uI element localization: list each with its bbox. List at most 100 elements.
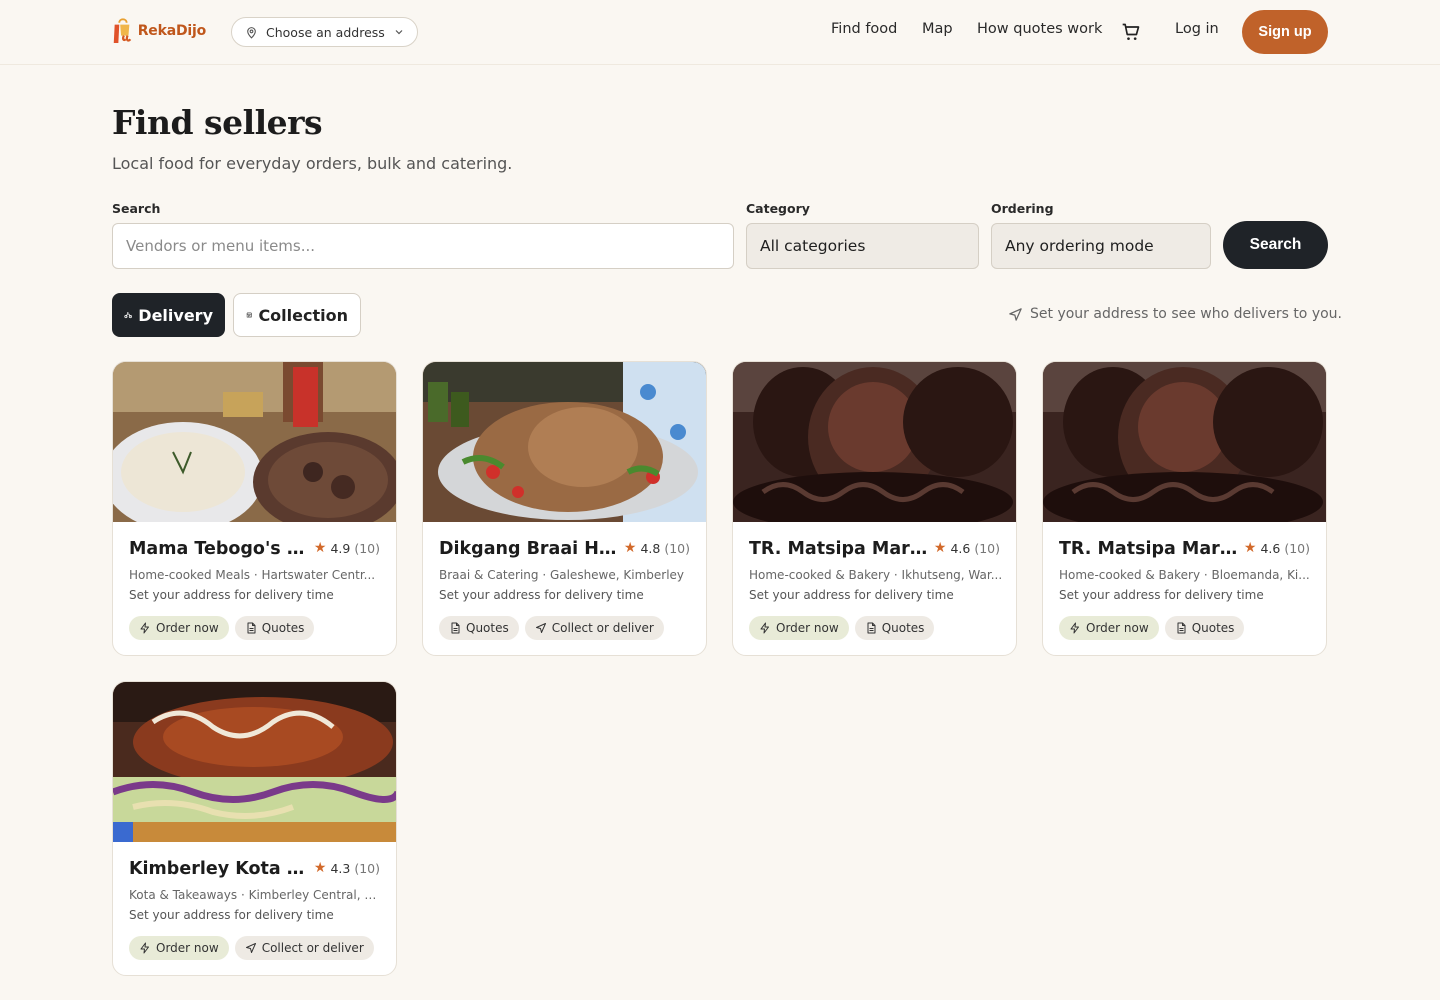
quotes-chip[interactable]: Quotes xyxy=(234,616,315,640)
rating-count: (10) xyxy=(664,540,690,556)
category-label: Category xyxy=(746,201,810,216)
page-subtitle: Local food for everyday orders, bulk and… xyxy=(112,154,513,173)
map-pin-icon xyxy=(247,26,256,39)
rating-count: (10) xyxy=(354,540,380,556)
collection-label: Collection xyxy=(258,305,348,325)
vendor-name: Mama Tebogo's K... xyxy=(129,539,311,559)
navigation-icon xyxy=(245,943,256,953)
lightning-icon xyxy=(140,942,149,954)
order-now-chip[interactable]: Order now xyxy=(129,936,229,960)
search-input[interactable] xyxy=(112,223,734,269)
chip-label: Quotes xyxy=(881,621,925,635)
quotes-chip[interactable]: Quotes xyxy=(439,616,519,640)
vendor-card[interactable]: TR. Matsipa Market ★ 4.6 (10) Home-cooke… xyxy=(732,361,1017,656)
chip-label: Quotes xyxy=(261,621,305,635)
document-icon xyxy=(247,622,256,634)
ordering-select[interactable]: Any ordering mode xyxy=(991,223,1211,269)
chip-label: Order now xyxy=(1086,621,1149,635)
rating-value: 4.9 xyxy=(330,540,351,556)
delivery-time-note: Set your address for delivery time xyxy=(129,588,334,602)
vendor-card[interactable]: TR. Matsipa Market ★ 4.6 (10) Home-cooke… xyxy=(1042,361,1327,656)
chip-label: Order now xyxy=(776,621,839,635)
collect-or-deliver-chip[interactable]: Collect or deliver xyxy=(234,936,374,960)
vendor-card[interactable]: Dikgang Braai Ho... ★ 4.8 (10) Braai & C… xyxy=(422,361,707,656)
order-now-chip[interactable]: Order now xyxy=(749,616,849,640)
chip-label: Quotes xyxy=(1191,621,1235,635)
login-link[interactable]: Log in xyxy=(1175,21,1219,37)
vendor-photo xyxy=(113,682,396,842)
delivery-time-note: Set your address for delivery time xyxy=(439,588,644,602)
document-icon xyxy=(1177,622,1186,634)
nav-find-food[interactable]: Find food xyxy=(831,21,897,37)
vendor-rating: ★ 4.9 (10) xyxy=(314,540,380,556)
ordering-label: Ordering xyxy=(991,201,1054,216)
collection-toggle[interactable]: Collection xyxy=(233,293,361,337)
vendor-name: TR. Matsipa Market xyxy=(1059,539,1241,559)
chip-label: Collect or deliver xyxy=(261,941,364,955)
vendor-photo xyxy=(423,362,706,522)
star-icon: ★ xyxy=(313,860,327,876)
bike-icon xyxy=(124,312,132,319)
navigation-icon xyxy=(535,623,546,633)
vendor-meta: Home-cooked Meals · Hartswater Centr... xyxy=(129,568,376,582)
lightning-icon xyxy=(760,622,769,634)
rating-value: 4.6 xyxy=(950,540,971,556)
chip-label: Order now xyxy=(156,621,219,635)
document-icon xyxy=(867,622,876,634)
collect-or-deliver-chip[interactable]: Collect or deliver xyxy=(524,616,664,640)
page-title: Find sellers xyxy=(112,103,323,142)
cart-icon[interactable] xyxy=(1121,22,1141,42)
vendor-photo xyxy=(733,362,1016,522)
delivery-time-note: Set your address for delivery time xyxy=(749,588,954,602)
address-label: Choose an address xyxy=(266,24,385,40)
delivery-label: Delivery xyxy=(138,305,213,325)
delivery-toggle[interactable]: Delivery xyxy=(112,293,225,337)
category-select[interactable]: All categories xyxy=(746,223,979,269)
nav-how-quotes-work[interactable]: How quotes work xyxy=(977,21,1102,37)
chip-label: Order now xyxy=(156,941,219,955)
delivery-time-note: Set your address for delivery time xyxy=(1059,588,1264,602)
vendor-card[interactable]: Kimberley Kota Co... ★ 4.3 (10) Kota & T… xyxy=(112,681,397,976)
logo-icon xyxy=(113,18,132,43)
order-now-chip[interactable]: Order now xyxy=(1059,616,1159,640)
order-now-chip[interactable]: Order now xyxy=(129,616,229,640)
lightning-icon xyxy=(140,622,149,634)
search-button[interactable]: Search xyxy=(1223,221,1328,269)
address-hint: Set your address to see who delivers to … xyxy=(1008,306,1342,322)
vendor-photo xyxy=(1043,362,1326,522)
search-label: Search xyxy=(112,201,161,216)
site-header: RekaDijo Choose an address Find food Map… xyxy=(0,0,1440,65)
signup-button[interactable]: Sign up xyxy=(1242,10,1328,54)
vendor-photo xyxy=(113,362,396,522)
vendor-card[interactable]: Mama Tebogo's K... ★ 4.9 (10) Home-cooke… xyxy=(112,361,397,656)
star-icon: ★ xyxy=(313,540,327,556)
vendor-meta: Home-cooked & Bakery · Ikhutseng, War... xyxy=(749,568,1003,582)
rating-count: (10) xyxy=(354,860,380,876)
star-icon: ★ xyxy=(1243,540,1257,556)
vendor-meta: Home-cooked & Bakery · Bloemanda, Ki... xyxy=(1059,568,1310,582)
quotes-chip[interactable]: Quotes xyxy=(854,616,935,640)
star-icon: ★ xyxy=(933,540,947,556)
store-icon xyxy=(246,312,252,318)
quotes-chip[interactable]: Quotes xyxy=(1164,616,1245,640)
chevron-down-icon xyxy=(395,30,403,35)
vendor-rating: ★ 4.6 (10) xyxy=(1244,540,1310,556)
delivery-time-note: Set your address for delivery time xyxy=(129,908,334,922)
ordering-value: Any ordering mode xyxy=(1005,237,1154,255)
brand-logo[interactable]: RekaDijo xyxy=(111,14,206,48)
rating-value: 4.8 xyxy=(640,540,661,556)
rating-count: (10) xyxy=(974,540,1000,556)
vendor-rating: ★ 4.6 (10) xyxy=(934,540,1000,556)
vendor-name: Dikgang Braai Ho... xyxy=(439,539,621,559)
choose-address-button[interactable]: Choose an address xyxy=(231,17,418,47)
brand-name: RekaDijo xyxy=(137,23,206,39)
vendor-rating: ★ 4.3 (10) xyxy=(314,860,380,876)
chip-label: Collect or deliver xyxy=(551,621,654,635)
vendor-meta: Braai & Catering · Galeshewe, Kimberley xyxy=(439,568,685,582)
vendor-rating: ★ 4.8 (10) xyxy=(624,540,690,556)
rating-value: 4.6 xyxy=(1260,540,1281,556)
category-value: All categories xyxy=(760,237,866,255)
rating-value: 4.3 xyxy=(330,860,351,876)
vendor-name: TR. Matsipa Market xyxy=(749,539,931,559)
nav-map[interactable]: Map xyxy=(922,21,953,37)
